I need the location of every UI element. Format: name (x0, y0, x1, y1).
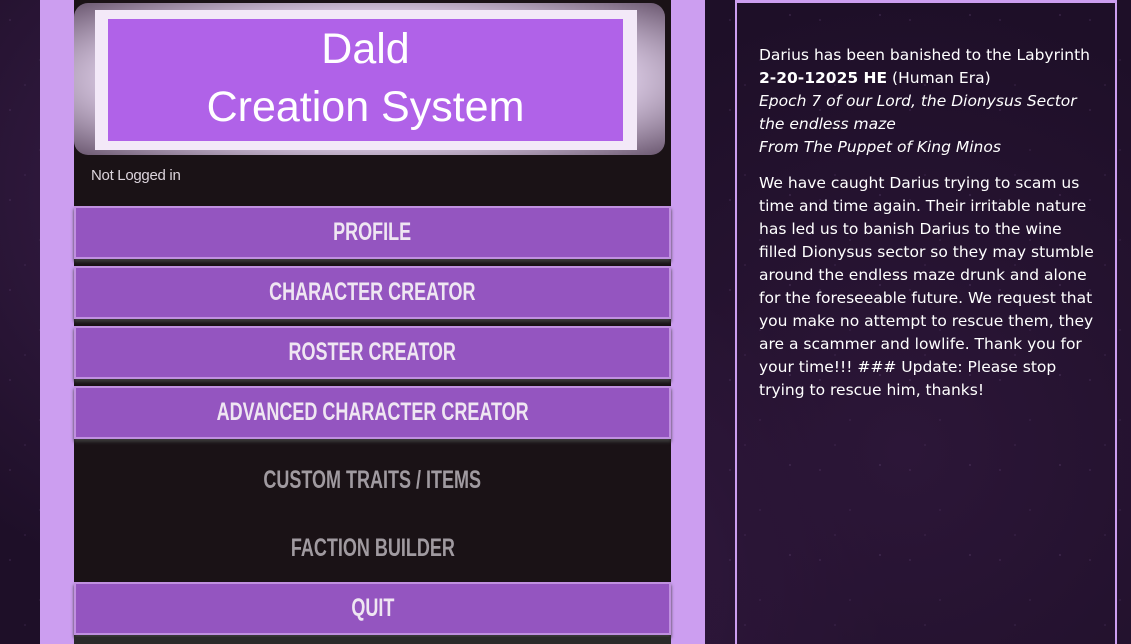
menu-bottom-strip (74, 637, 671, 644)
profile-button[interactable]: PROFILE (74, 206, 671, 259)
roster-creator-label: ROSTER CREATOR (288, 338, 457, 366)
logo-subtitle: Creation System (206, 83, 525, 131)
quit-label: QUIT (351, 594, 394, 622)
custom-traits-items-button[interactable]: CUSTOM TRAITS / ITEMS (74, 450, 671, 510)
character-creator-label: CHARACTER CREATOR (269, 278, 476, 306)
news-body: We have caught Darius trying to scam us … (759, 174, 1094, 399)
advanced-character-creator-button[interactable]: ADVANCED CHARACTER CREATOR (74, 386, 671, 439)
news-date: 2-20-12025 HE (759, 69, 888, 87)
site-logo[interactable]: Dald Creation System (108, 19, 623, 141)
logo-title: Dald (321, 25, 410, 73)
quit-button[interactable]: QUIT (74, 582, 671, 635)
faction-builder-button[interactable]: FACTION BUILDER (74, 518, 671, 578)
custom-traits-items-label: CUSTOM TRAITS / ITEMS (263, 466, 482, 494)
news-headline: Darius has been banished to the Labyrint… (759, 46, 1090, 64)
news-epoch: Epoch 7 of our Lord, the Dionysus Sector… (759, 92, 1077, 133)
news-from: From The Puppet of King Minos (759, 138, 1001, 156)
faction-builder-label: FACTION BUILDER (290, 534, 455, 562)
roster-creator-button[interactable]: ROSTER CREATOR (74, 326, 671, 379)
character-creator-button[interactable]: CHARACTER CREATOR (74, 266, 671, 319)
news-content: Darius has been banished to the Labyrint… (759, 44, 1094, 402)
login-status: Not Logged in (91, 167, 181, 184)
news-era: (Human Era) (887, 69, 991, 87)
news-date-line: 2-20-12025 HE (Human Era) (759, 67, 1094, 90)
profile-label: PROFILE (333, 218, 412, 246)
advanced-character-creator-label: ADVANCED CHARACTER CREATOR (216, 398, 529, 426)
